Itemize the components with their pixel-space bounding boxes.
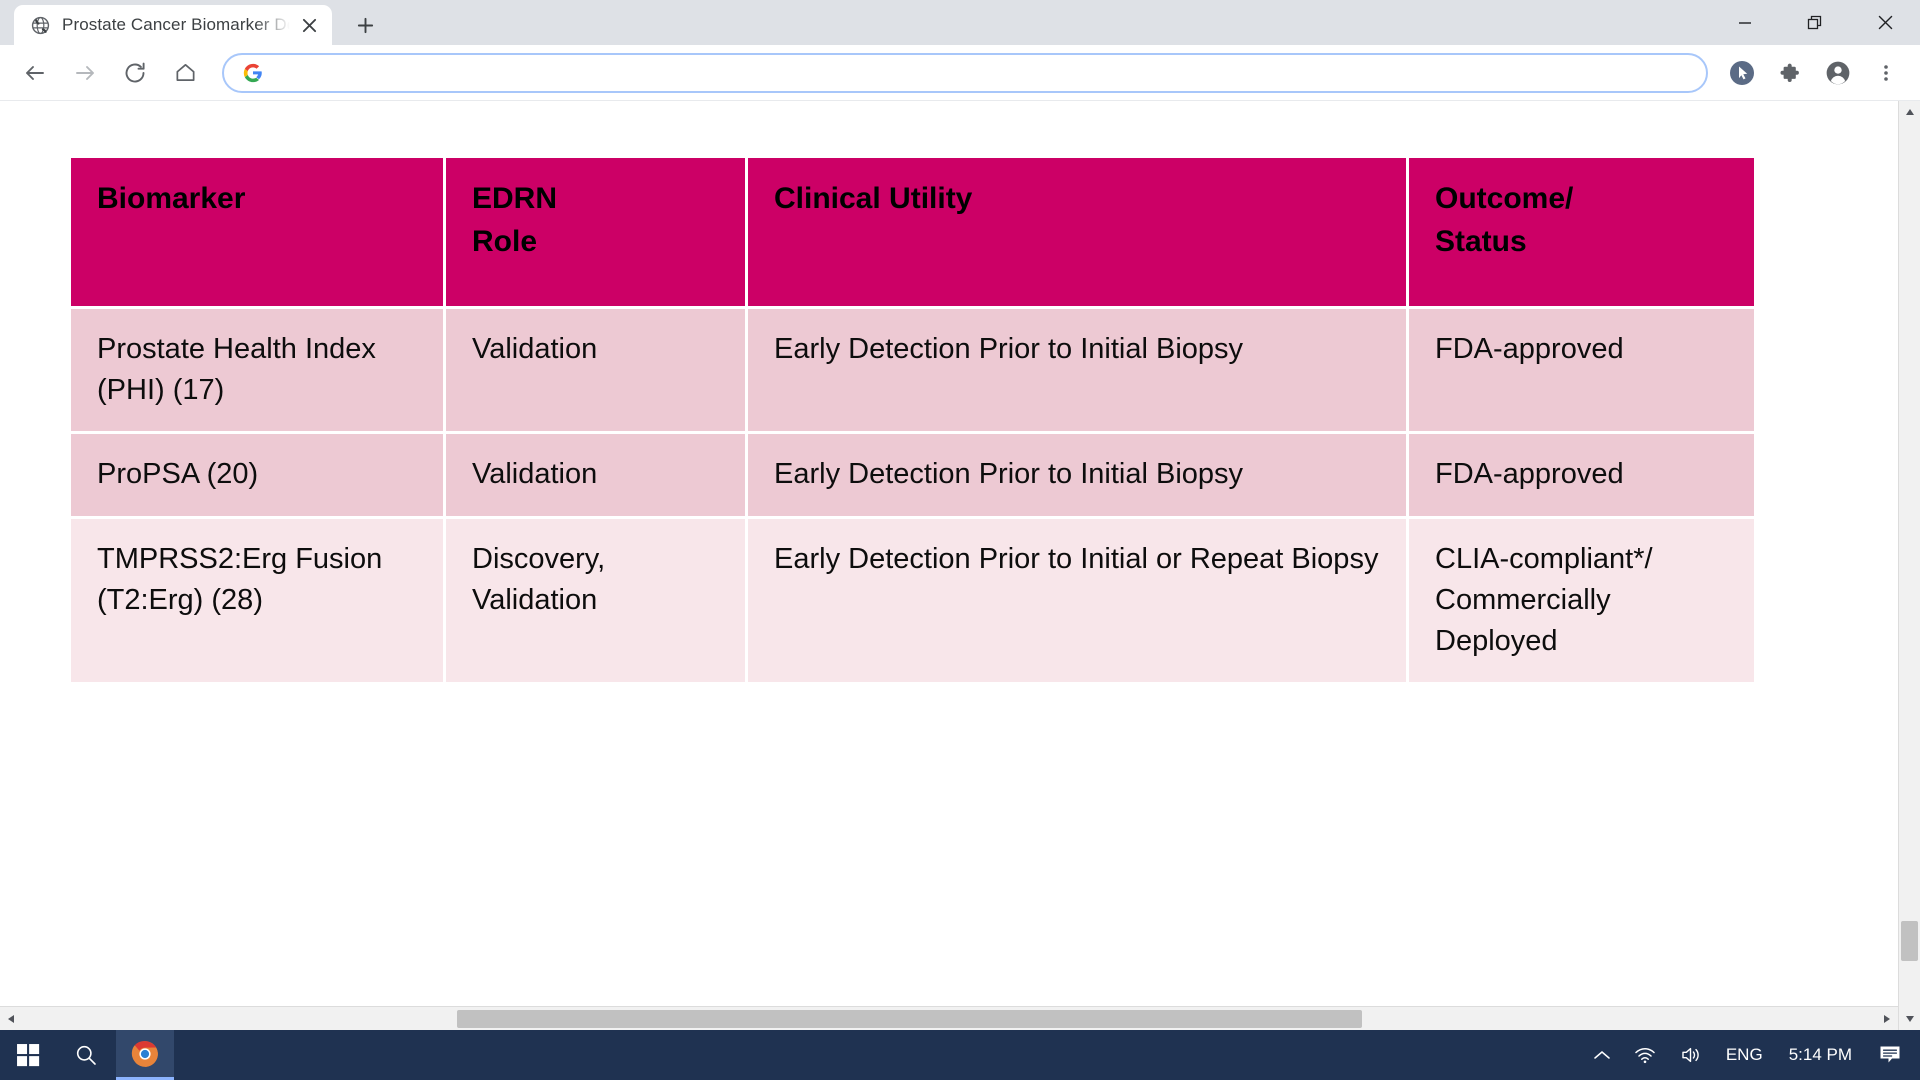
cell-biomarker: TMPRSS2:Erg Fusion (T2:Erg) (28) xyxy=(71,518,443,683)
minimize-button[interactable] xyxy=(1710,0,1780,45)
scroll-left-arrow-icon[interactable] xyxy=(0,1007,22,1031)
cell-biomarker: ProPSA (20) xyxy=(71,434,443,516)
window-controls xyxy=(1710,0,1920,45)
cell-biomarker: Prostate Health Index (PHI) (17) xyxy=(71,309,443,432)
table-row: Prostate Health Index (PHI) (17) Validat… xyxy=(71,309,1754,432)
forward-button[interactable] xyxy=(63,51,107,95)
table-row: TMPRSS2:Erg Fusion (T2:Erg) (28) Discove… xyxy=(71,518,1754,683)
windows-logo-icon[interactable] xyxy=(0,1030,56,1080)
maximize-restore-button[interactable] xyxy=(1780,0,1850,45)
vertical-scroll-thumb[interactable] xyxy=(1900,921,1918,961)
reload-button[interactable] xyxy=(113,51,157,95)
browser-toolbar xyxy=(0,45,1920,101)
system-tray: ENG 5:14 PM xyxy=(1582,1030,1920,1080)
page-content: Biomarker EDRN Role Clinical Utility Outc… xyxy=(0,101,1905,1019)
wifi-icon[interactable] xyxy=(1622,1030,1668,1080)
close-window-button[interactable] xyxy=(1850,0,1920,45)
horizontal-scroll-thumb[interactable] xyxy=(457,1009,1362,1028)
vertical-scrollbar[interactable] xyxy=(1898,101,1920,1030)
notification-icon[interactable] xyxy=(1866,1030,1914,1080)
cell-outcome: FDA-approved xyxy=(1409,309,1754,432)
three-dot-menu-icon[interactable] xyxy=(1866,53,1906,93)
close-icon[interactable] xyxy=(296,12,322,38)
puzzle-piece-icon[interactable] xyxy=(1770,53,1810,93)
scroll-right-arrow-icon[interactable] xyxy=(1876,1007,1898,1031)
browser-tab[interactable]: Prostate Cancer Biomarker Devel xyxy=(14,5,332,45)
cell-role: Validation xyxy=(446,309,745,432)
cell-utility: Early Detection Prior to Initial Biopsy xyxy=(748,434,1406,516)
cell-utility: Early Detection Prior to Initial or Repe… xyxy=(748,518,1406,683)
search-icon[interactable] xyxy=(56,1030,116,1080)
cell-role: Discovery, Validation xyxy=(446,518,745,683)
horizontal-scroll-track[interactable] xyxy=(22,1007,1876,1031)
table-row: ProPSA (20) Validation Early Detection P… xyxy=(71,434,1754,516)
chrome-icon[interactable] xyxy=(116,1030,174,1080)
address-bar[interactable] xyxy=(222,52,1708,93)
url-input[interactable] xyxy=(278,62,1688,83)
chevron-up-icon[interactable] xyxy=(1582,1030,1622,1080)
page-viewport: Biomarker EDRN Role Clinical Utility Outc… xyxy=(0,101,1920,1030)
taskbar-clock[interactable]: 5:14 PM xyxy=(1775,1045,1866,1065)
speaker-icon[interactable] xyxy=(1668,1030,1714,1080)
vertical-scroll-track[interactable] xyxy=(1899,123,1920,1008)
tab-strip: Prostate Cancer Biomarker Devel xyxy=(0,0,1920,45)
cell-outcome: CLIA-compliant*/ Commercially Deployed xyxy=(1409,518,1754,683)
horizontal-scrollbar[interactable] xyxy=(0,1006,1898,1030)
column-header-clinical-utility: Clinical Utility xyxy=(748,158,1406,306)
column-header-biomarker: Biomarker xyxy=(71,158,443,306)
back-button[interactable] xyxy=(13,51,57,95)
table-header-row: Biomarker EDRN Role Clinical Utility Outc… xyxy=(71,158,1754,306)
cell-role: Validation xyxy=(446,434,745,516)
windows-taskbar: ENG 5:14 PM xyxy=(0,1030,1920,1080)
biomarker-table: Biomarker EDRN Role Clinical Utility Outc… xyxy=(68,155,1757,685)
home-button[interactable] xyxy=(163,51,207,95)
language-indicator[interactable]: ENG xyxy=(1714,1030,1775,1080)
account-avatar-icon[interactable] xyxy=(1818,53,1858,93)
column-header-outcome-status: Outcome/Status xyxy=(1409,158,1754,306)
cell-outcome: FDA-approved xyxy=(1409,434,1754,516)
google-g-icon xyxy=(242,62,264,84)
column-header-edrn-role: EDRN Role xyxy=(446,158,745,306)
new-tab-button[interactable] xyxy=(348,8,382,42)
tab-title: Prostate Cancer Biomarker Devel xyxy=(62,15,292,34)
cursor-circle-icon[interactable] xyxy=(1722,53,1762,93)
scroll-down-arrow-icon[interactable] xyxy=(1899,1008,1920,1030)
browser-window: Prostate Cancer Biomarker Devel xyxy=(0,0,1920,1080)
globe-icon xyxy=(30,15,50,35)
scroll-up-arrow-icon[interactable] xyxy=(1899,101,1920,123)
cell-utility: Early Detection Prior to Initial Biopsy xyxy=(748,309,1406,432)
